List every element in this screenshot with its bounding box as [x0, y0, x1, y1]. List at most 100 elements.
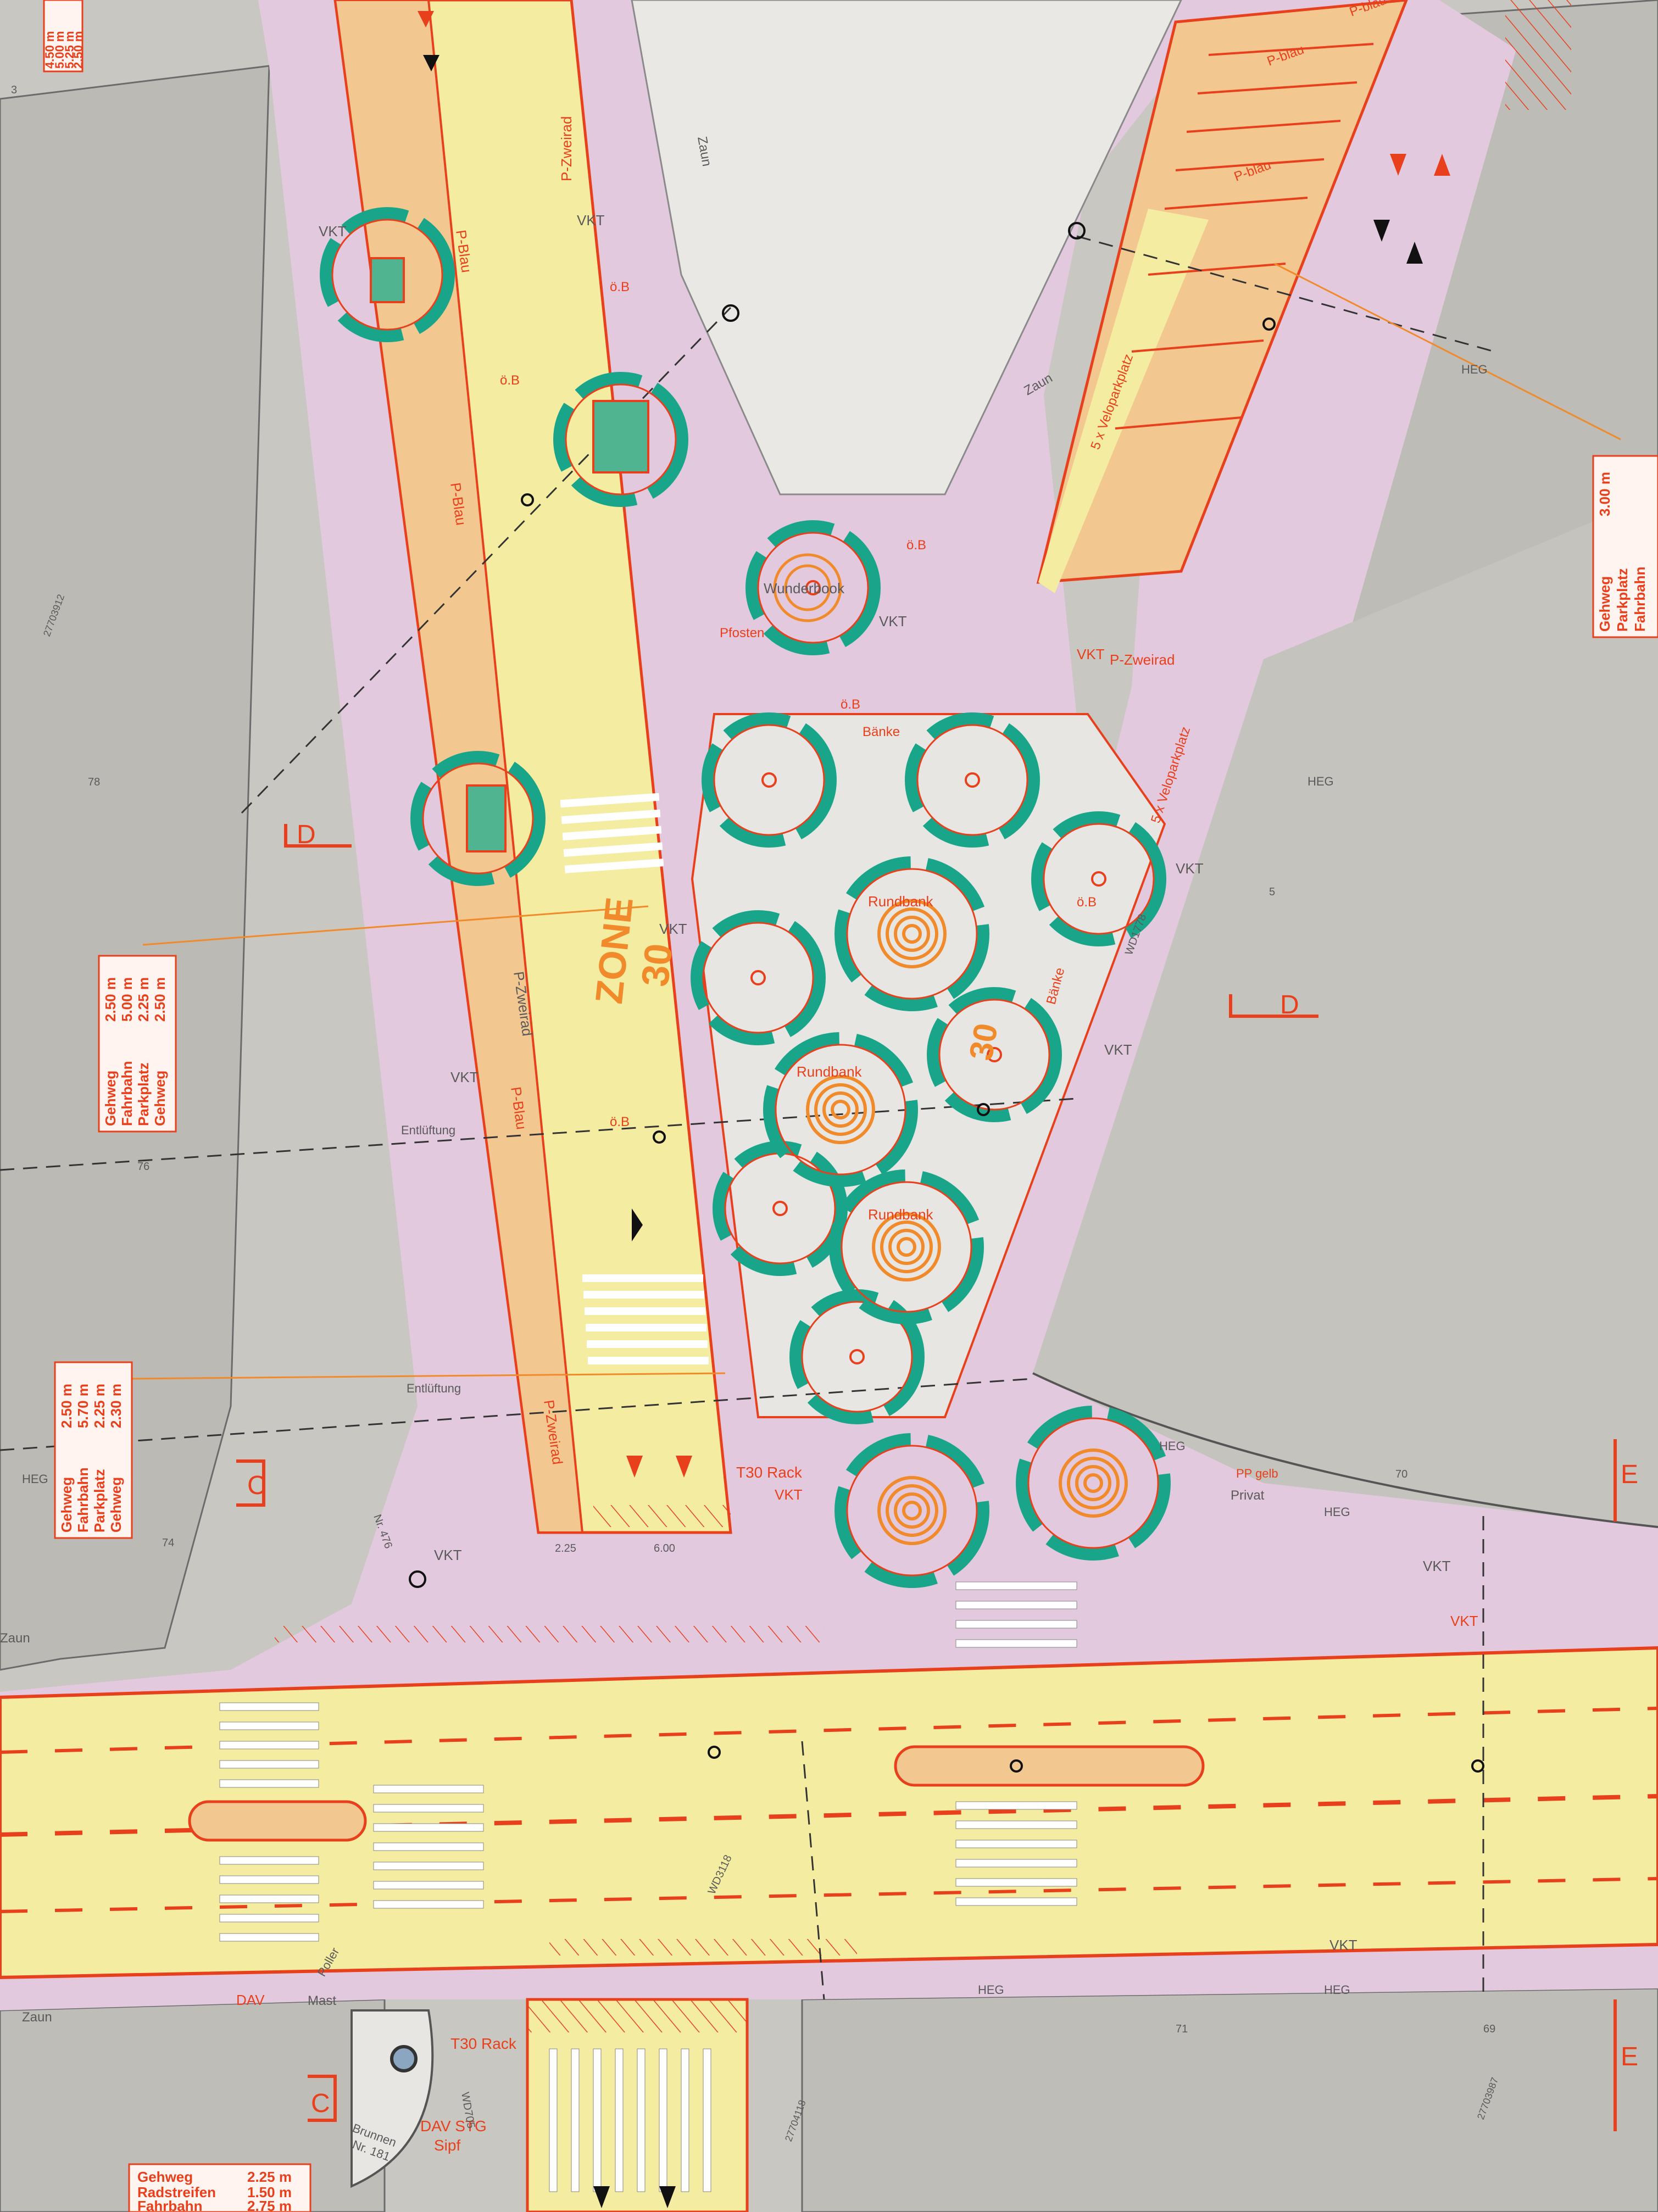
- median-island-right: [894, 1745, 1205, 1787]
- label-rundbank-2: Rundbank: [797, 1063, 863, 1080]
- street-plan-drawing: D D C C E E 4.50 m 5.00 m 5.25 m 2.50 m …: [0, 0, 1658, 2212]
- label-heg-2: HEG: [1159, 1439, 1186, 1453]
- label-rundbank-3: Rundbank: [868, 1206, 934, 1223]
- label-heg-6: HEG: [978, 1983, 1004, 1997]
- svg-text:Gehweg: Gehweg: [137, 2169, 193, 2185]
- zone-30-plaza-marking: 30: [962, 1021, 1005, 1063]
- label-heg-4: HEG: [22, 1472, 48, 1486]
- svg-text:Gehweg: Gehweg: [108, 1477, 124, 1533]
- label-vkt-3: VKT: [879, 613, 907, 629]
- label-vkt-13: VKT: [1329, 1937, 1357, 1953]
- dimension-600: 6.00: [654, 1542, 675, 1554]
- label-vkt-9: VKT: [1077, 646, 1105, 662]
- label-vkt-1: VKT: [319, 223, 347, 239]
- svg-text:3.00 m: 3.00 m: [1596, 472, 1613, 516]
- parcel-number-74: 74: [162, 1537, 174, 1549]
- label-entlueftung-2: Entlüftung: [407, 1381, 461, 1395]
- svg-text:5.00 m: 5.00 m: [119, 977, 135, 1022]
- label-vkt-8: VKT: [434, 1547, 462, 1563]
- bottom-street-hatch: [527, 1999, 747, 2032]
- svg-text:D: D: [297, 820, 316, 849]
- label-dav: DAV: [236, 1992, 265, 2008]
- svg-text:30: 30: [633, 941, 681, 989]
- label-p-zweirad-1: P-Zweirad: [558, 116, 575, 181]
- label-ob-3: ö.B: [906, 538, 926, 553]
- main-street-bus-stripes-bottom: [549, 1939, 857, 1955]
- label-vkt-7: VKT: [1104, 1041, 1132, 1058]
- parcel-number-76: 76: [137, 1161, 149, 1173]
- cross-section-table-bottom-left: Gehweg Radstreifen Fahrbahn 2.25 m 1.50 …: [128, 2163, 311, 2212]
- fountain-symbol: [390, 2045, 418, 2072]
- building-bottom-right: [801, 1987, 1658, 2212]
- cross-section-table-right: Gehweg Parkplatz Fahrbahn 3.00 m: [1592, 455, 1658, 638]
- label-vkt-2: VKT: [577, 212, 605, 229]
- cross-section-table-lower-left: Gehweg Fahrbahn Parkplatz Gehweg 2.50 m …: [54, 1361, 133, 1539]
- svg-text:5.70 m: 5.70 m: [75, 1384, 91, 1428]
- parcel-number-71: 71: [1176, 2023, 1188, 2035]
- label-vkt-4: VKT: [659, 921, 687, 937]
- svg-text:D: D: [1280, 990, 1299, 1019]
- svg-text:C: C: [247, 1471, 266, 1500]
- svg-text:Parkplatz: Parkplatz: [135, 1062, 152, 1126]
- tree-pit-1: [370, 257, 405, 303]
- label-rundbank-1: Rundbank: [868, 893, 934, 910]
- label-vkt-5: VKT: [450, 1069, 479, 1085]
- svg-text:Gehweg: Gehweg: [58, 1477, 75, 1533]
- label-vkt-12: VKT: [1450, 1613, 1478, 1629]
- label-heg-1: HEG: [1308, 775, 1334, 788]
- parcel-number-70: 70: [1395, 1468, 1407, 1480]
- tree-pit-3: [466, 784, 507, 853]
- hatch-top-corner: [1505, 0, 1571, 110]
- svg-text:Parkplatz: Parkplatz: [1614, 568, 1631, 632]
- label-heg-7: HEG: [1461, 363, 1488, 376]
- main-street-bus-stripes-top: [275, 1626, 824, 1642]
- svg-text:Gehweg: Gehweg: [152, 1071, 168, 1126]
- svg-text:E: E: [1621, 2042, 1638, 2071]
- label-ob-6: ö.B: [610, 1115, 630, 1129]
- label-pfosten: Pfosten: [720, 626, 764, 640]
- svg-text:Fahrbahn: Fahrbahn: [75, 1468, 91, 1533]
- label-heg-5: HEG: [1324, 1983, 1350, 1997]
- tree-pit-2: [592, 400, 649, 473]
- label-entlueftung-1: Entlüftung: [401, 1123, 455, 1137]
- label-sipf: Sipf: [434, 2137, 460, 2154]
- svg-text:2.30 m: 2.30 m: [108, 1384, 124, 1428]
- svg-text:2.50 m: 2.50 m: [152, 977, 168, 1022]
- label-zaun-4: Zaun: [22, 2010, 52, 2025]
- label-vkt-10: VKT: [775, 1486, 803, 1503]
- label-mast: Mast: [308, 1993, 336, 2008]
- svg-text:2.25 m: 2.25 m: [247, 2169, 292, 2185]
- cross-section-table-top-left: 4.50 m 5.00 m 5.25 m 2.50 m: [43, 0, 85, 73]
- label-vkt-11: VKT: [1423, 1558, 1451, 1574]
- label-pp-gelb: PP gelb: [1236, 1467, 1278, 1480]
- svg-text:Fahrbahn: Fahrbahn: [137, 2198, 202, 2212]
- label-heg-3: HEG: [1324, 1505, 1350, 1519]
- svg-text:Fahrbahn: Fahrbahn: [1632, 567, 1648, 632]
- median-island-left: [188, 1800, 367, 1842]
- parcel-number-5: 5: [1269, 886, 1275, 898]
- svg-text:C: C: [311, 2089, 330, 2118]
- cross-section-table-mid-left: Gehweg Fahrbahn Parkplatz Gehweg 2.50 m …: [98, 955, 177, 1133]
- label-zaun-3: Zaun: [0, 1631, 30, 1646]
- svg-text:E: E: [1621, 1460, 1638, 1489]
- label-t30-rack-2: T30 Rack: [450, 2035, 517, 2052]
- svg-text:2.75 m: 2.75 m: [247, 2198, 292, 2212]
- label-baenke-1: Bänke: [863, 725, 900, 739]
- svg-text:2.50 m: 2.50 m: [71, 31, 85, 69]
- svg-text:Parkplatz: Parkplatz: [91, 1469, 108, 1533]
- label-ob-5: ö.B: [1077, 895, 1097, 910]
- parcel-number-78: 78: [88, 776, 100, 788]
- svg-text:Fahrbahn: Fahrbahn: [119, 1061, 135, 1126]
- left-street-hatched-end: [593, 1505, 731, 1527]
- label-ob-1: ö.B: [610, 280, 630, 294]
- label-wunderbook: Wunderbook: [764, 580, 845, 597]
- svg-text:2.50 m: 2.50 m: [58, 1384, 75, 1428]
- label-t30-rack-1: T30 Rack: [736, 1464, 803, 1481]
- label-p-zweirad-4: P-Zweirad: [1110, 651, 1175, 668]
- label-vkt-6: VKT: [1176, 860, 1204, 877]
- svg-text:2.25 m: 2.25 m: [135, 977, 152, 1022]
- label-privat: Privat: [1231, 1488, 1265, 1503]
- svg-text:2.25 m: 2.25 m: [91, 1384, 108, 1428]
- svg-text:Gehweg: Gehweg: [1596, 576, 1613, 632]
- parcel-number-3: 3: [11, 84, 17, 96]
